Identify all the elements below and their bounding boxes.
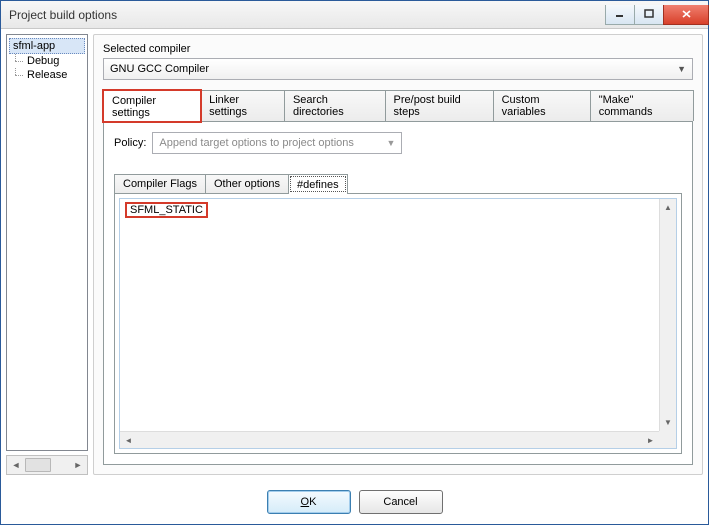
- window-controls: [605, 5, 708, 25]
- policy-row: Policy: Append target options to project…: [114, 132, 682, 154]
- target-tree[interactable]: sfml-app Debug Release: [6, 34, 88, 451]
- inner-tabstrip: Compiler Flags Other options #defines: [114, 174, 682, 193]
- tab-defines[interactable]: #defines: [288, 174, 348, 194]
- compiler-settings-page: Policy: Append target options to project…: [103, 121, 693, 465]
- close-button[interactable]: [663, 5, 709, 25]
- ok-mnemonic: O: [301, 496, 310, 508]
- policy-value: Append target options to project options: [159, 137, 353, 149]
- policy-combo[interactable]: Append target options to project options…: [152, 132, 402, 154]
- tab-search-directories[interactable]: Search directories: [284, 90, 386, 121]
- outer-tabstrip: Compiler settings Linker settings Search…: [103, 90, 693, 121]
- tree-item-debug[interactable]: Debug: [9, 54, 85, 68]
- cancel-label: Cancel: [383, 496, 417, 508]
- scroll-right-icon[interactable]: ►: [71, 458, 85, 472]
- tree-horizontal-scrollbar[interactable]: ◄ ►: [6, 455, 88, 475]
- vertical-scrollbar[interactable]: ▲ ▼: [659, 199, 676, 431]
- tab-compiler-settings[interactable]: Compiler settings: [103, 90, 201, 122]
- selected-compiler-value: GNU GCC Compiler: [110, 63, 209, 75]
- chevron-down-icon: ▼: [677, 64, 686, 74]
- minimize-button[interactable]: [605, 5, 635, 25]
- defines-value: SFML_STATIC: [126, 203, 207, 217]
- tab-custom-variables[interactable]: Custom variables: [493, 90, 591, 121]
- selected-compiler-label: Selected compiler: [103, 43, 693, 55]
- tree-root[interactable]: sfml-app: [9, 38, 85, 54]
- chevron-down-icon: ▼: [386, 138, 395, 148]
- tab-compiler-flags[interactable]: Compiler Flags: [114, 174, 206, 193]
- scroll-up-icon[interactable]: ▲: [660, 199, 676, 216]
- size-grip: [659, 431, 676, 448]
- titlebar[interactable]: Project build options: [1, 1, 708, 29]
- selected-compiler-combo[interactable]: GNU GCC Compiler ▼: [103, 58, 693, 80]
- scroll-left-icon[interactable]: ◄: [9, 458, 23, 472]
- tab-other-options[interactable]: Other options: [205, 174, 289, 193]
- scroll-thumb[interactable]: [25, 458, 51, 472]
- maximize-button[interactable]: [634, 5, 664, 25]
- dialog-button-row: OK Cancel: [1, 480, 708, 524]
- defines-page: SFML_STATIC ▲ ▼ ◄ ►: [114, 193, 682, 454]
- cancel-button[interactable]: Cancel: [359, 490, 443, 514]
- tab-pre-post-build-steps[interactable]: Pre/post build steps: [385, 90, 494, 121]
- ok-button[interactable]: OK: [267, 490, 351, 514]
- tab-linker-settings[interactable]: Linker settings: [200, 90, 285, 121]
- target-tree-pane: sfml-app Debug Release ◄ ►: [6, 34, 88, 475]
- ok-rest: K: [309, 496, 316, 508]
- main-panel: Selected compiler GNU GCC Compiler ▼ Com…: [93, 34, 703, 475]
- scroll-down-icon[interactable]: ▼: [660, 414, 676, 431]
- policy-label: Policy:: [114, 137, 146, 149]
- client-area: sfml-app Debug Release ◄ ► Selected comp…: [1, 29, 708, 480]
- project-build-options-window: Project build options sfml-app Debug Rel…: [0, 0, 709, 525]
- tree-item-release[interactable]: Release: [9, 68, 85, 82]
- horizontal-scrollbar[interactable]: ◄ ►: [120, 431, 659, 448]
- tab-make-commands[interactable]: "Make" commands: [590, 90, 694, 121]
- window-title: Project build options: [9, 8, 117, 22]
- defines-textarea[interactable]: SFML_STATIC ▲ ▼ ◄ ►: [119, 198, 677, 449]
- scroll-right-icon[interactable]: ►: [642, 432, 659, 448]
- scroll-left-icon[interactable]: ◄: [120, 432, 137, 448]
